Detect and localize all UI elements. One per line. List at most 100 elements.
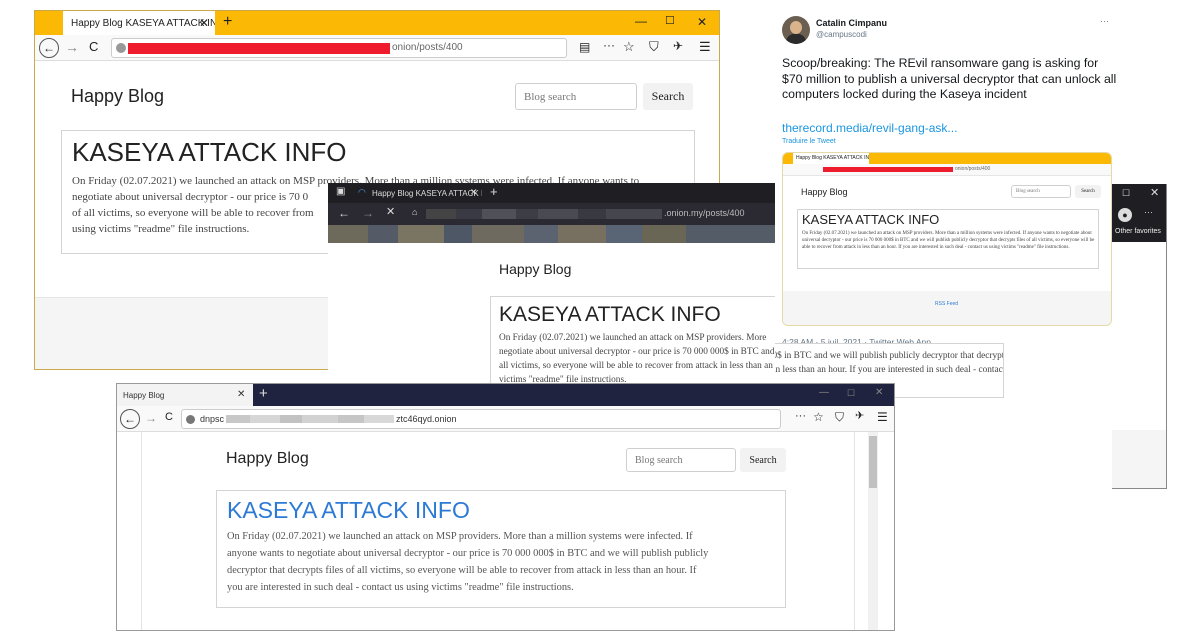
blog-name[interactable]: Happy Blog [71, 86, 164, 107]
w3-minimize-icon[interactable]: — [819, 388, 829, 398]
mini-tab: Happy Blog KASEYA ATTACK INFO [793, 153, 869, 164]
page-actions-icon[interactable]: ··· [603, 39, 615, 51]
mini-rss-link: RSS Feed [935, 301, 959, 307]
tweet-media-card[interactable]: Happy Blog KASEYA ATTACK INFO onion/post… [782, 152, 1112, 326]
blurred-url [426, 209, 662, 219]
reader-view-icon[interactable]: ▤ [579, 41, 590, 53]
dark-new-tab-icon[interactable]: + [490, 185, 498, 198]
tab-close-icon[interactable]: ✕ [199, 17, 209, 29]
w3-shield-icon[interactable]: ⛉ [835, 411, 844, 423]
w3-scroll-thumb[interactable] [869, 436, 877, 488]
site-info-icon[interactable] [116, 43, 126, 53]
minimize-icon[interactable]: — [635, 15, 647, 27]
w3-new-tab-icon[interactable]: + [259, 386, 268, 401]
w3-page-inner: Happy Blog Blog search Search KASEYA ATT… [141, 432, 855, 630]
w3-extension-icon[interactable]: ✈ [855, 411, 864, 422]
dark-browser-tab[interactable]: ◠ Happy Blog KASEYA ATTACK IN ✕ [354, 183, 482, 203]
w3-maximize-icon[interactable]: ☐ [847, 389, 855, 398]
mini-post-card: KASEYA ATTACK INFO On Friday (02.07.2021… [797, 209, 1099, 269]
tab-strip: Happy Blog KASEYA ATTACK INFO ✕ + — ☐ ✕ [35, 11, 719, 35]
w3-blog-name[interactable]: Happy Blog [226, 450, 309, 468]
dark-back-icon[interactable]: ← [338, 207, 350, 219]
w3-post-card: KASEYA ATTACK INFO On Friday (02.07.2021… [216, 490, 786, 608]
profile-icon[interactable]: ● [1118, 208, 1132, 222]
new-tab-icon[interactable]: + [223, 14, 232, 30]
mini-tab-strip: Happy Blog KASEYA ATTACK INFO [783, 153, 1111, 164]
back-icon[interactable]: ← [39, 38, 59, 58]
other-favorites[interactable]: Other favorites [1115, 228, 1161, 235]
w3-post-line-2: anyone wants to negotiate about universa… [227, 548, 709, 559]
mini-blog-name: Happy Blog [801, 187, 848, 197]
dark-blog-name[interactable]: Happy Blog [499, 261, 571, 277]
w3-post-line-1: On Friday (02.07.2021) we launched an at… [227, 531, 693, 542]
edge-close-icon[interactable]: ✕ [1150, 188, 1159, 199]
extension-icon[interactable]: ✈ [673, 40, 683, 52]
w3-browser-tab[interactable]: Happy Blog ✕ [117, 384, 253, 406]
close-window-icon[interactable]: ✕ [697, 16, 707, 28]
w3-search-input[interactable]: Blog search [626, 448, 736, 472]
w3-address-bar[interactable]: dnpsc ztc46qyd.onion [181, 409, 781, 429]
shield-icon[interactable]: ⛉ [649, 40, 659, 53]
w3-url-suffix: ztc46qyd.onion [396, 414, 457, 424]
loading-icon: ◠ [358, 187, 366, 197]
bookmark-star-icon[interactable]: ☆ [623, 40, 635, 53]
w3-close-icon[interactable]: ✕ [875, 388, 883, 398]
maximize-icon[interactable]: ☐ [665, 16, 675, 27]
edge-window-sliver: ☐ ✕ ● ··· Other favorites [1112, 184, 1167, 489]
window-icon: ▣ [336, 186, 346, 197]
tweet-handle[interactable]: @campuscodi [816, 30, 867, 39]
w3-site-info-icon[interactable] [186, 415, 195, 424]
w3-post-line-4: you are interested in such deal - contac… [227, 582, 574, 593]
tweet-link[interactable]: therecord.media/revil-gang-ask... [782, 121, 957, 135]
dark-tab-close-icon[interactable]: ✕ [470, 188, 478, 197]
w3-tab-close-icon[interactable]: ✕ [237, 390, 245, 400]
stop-icon[interactable]: ✕ [386, 207, 395, 218]
dark-tab-title: Happy Blog KASEYA ATTACK IN [372, 188, 482, 198]
w3-url-prefix: dnpsc [200, 414, 225, 424]
mini-url: onion/posts/400 [955, 166, 991, 172]
dark-nav-bar: ← → ✕ ⌂ .onion.my/posts/400 [328, 203, 775, 225]
search-input[interactable]: Blog search [515, 83, 637, 110]
w3-scrollbar[interactable] [868, 432, 878, 630]
w3-blurred-url [226, 415, 394, 423]
blurred-bookmarks [328, 225, 775, 243]
forward-icon[interactable]: → [65, 40, 79, 54]
mini-body: On Friday (02.07.2021) we launched an at… [802, 231, 1095, 250]
w3-back-icon[interactable]: ← [120, 409, 140, 429]
search-button[interactable]: Search [643, 83, 693, 110]
tweet-author[interactable]: Catalin Cimpanu [816, 18, 887, 28]
w3-post-headline: KASEYA ATTACK INFO [227, 497, 470, 523]
dark-tab-strip: ▣ ◠ Happy Blog KASEYA ATTACK IN ✕ + [328, 183, 775, 203]
dark-post-headline: KASEYA ATTACK INFO [499, 303, 721, 326]
menu-icon[interactable]: ☰ [699, 40, 711, 53]
avatar[interactable] [782, 16, 810, 44]
w3-page: Happy Blog Blog search Search KASEYA ATT… [117, 432, 894, 630]
w3-page-actions-icon[interactable]: ··· [795, 411, 806, 422]
url-text: onion/posts/400 [392, 42, 463, 53]
w3-tab-strip: Happy Blog ✕ + — ☐ ✕ [117, 384, 894, 406]
w3-menu-icon[interactable]: ☰ [877, 411, 888, 423]
edge-footer [1112, 430, 1166, 488]
mini-footer: RSS Feed [783, 291, 1111, 325]
translate-tweet-link[interactable]: Traduire le Tweet [782, 138, 836, 145]
tweet-more-icon[interactable]: ··· [1100, 16, 1109, 26]
mini-search-label: Search [1081, 189, 1095, 194]
w3-star-icon[interactable]: ☆ [813, 411, 824, 423]
browser-tab[interactable]: Happy Blog KASEYA ATTACK INFO ✕ [63, 11, 215, 35]
overflow-line-2: negotiate about universal decryptor - ou… [775, 351, 1003, 361]
restore-icon[interactable]: ☐ [1122, 189, 1130, 198]
w3-reload-icon[interactable]: C [165, 412, 173, 423]
edge-more-icon[interactable]: ··· [1144, 208, 1153, 217]
dark-post-line-3: all victims, so everyone will be able to… [499, 361, 775, 371]
tab-title: Happy Blog KASEYA ATTACK INFO [71, 17, 215, 29]
w3-search-button[interactable]: Search [740, 448, 786, 472]
w3-tab-title: Happy Blog [123, 390, 165, 400]
mini-search-input: Blog search [1011, 185, 1071, 198]
dark-forward-icon[interactable]: → [362, 207, 374, 219]
w3-forward-icon[interactable]: → [145, 412, 157, 424]
reload-icon[interactable]: C [89, 40, 98, 53]
post-line-4: using victims "readme" file instructions… [72, 223, 250, 235]
w3-nav-bar: ← → C dnpsc ztc46qyd.onion ··· ☆ ⛉ ✈ ☰ [117, 406, 894, 432]
dark-post-line-4: victims "readme" file instructions. [499, 375, 627, 383]
address-bar[interactable]: onion/posts/400 [111, 38, 567, 58]
